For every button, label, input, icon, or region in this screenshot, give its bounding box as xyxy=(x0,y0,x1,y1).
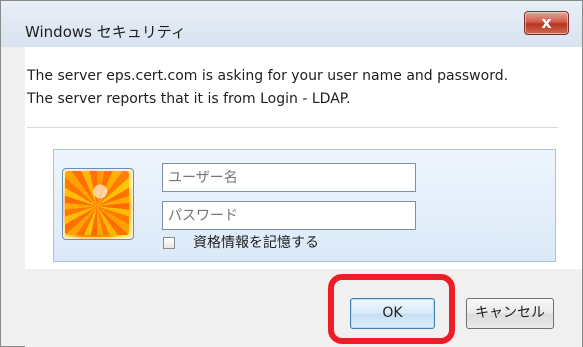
content-divider xyxy=(27,127,558,128)
close-icon: x xyxy=(541,13,552,32)
remember-credentials-label: 資格情報を記憶する xyxy=(193,235,319,251)
close-button[interactable]: x xyxy=(524,11,569,35)
title-bar: Windows セキュリティ x xyxy=(1,1,582,47)
password-input[interactable] xyxy=(162,201,416,230)
ok-button-label: OK xyxy=(382,305,403,321)
ok-button[interactable]: OK xyxy=(350,298,435,329)
cancel-button-label: キャンセル xyxy=(475,305,545,321)
remember-credentials-checkbox[interactable] xyxy=(163,237,175,249)
cancel-button[interactable]: キャンセル xyxy=(466,298,554,329)
windows-security-dialog: Windows セキュリティ x The server eps.cert.com… xyxy=(0,0,583,347)
server-message: The server eps.cert.com is asking for yo… xyxy=(27,68,509,107)
window-title: Windows セキュリティ xyxy=(25,23,186,41)
username-input[interactable] xyxy=(162,163,416,192)
flower-image xyxy=(65,171,129,235)
